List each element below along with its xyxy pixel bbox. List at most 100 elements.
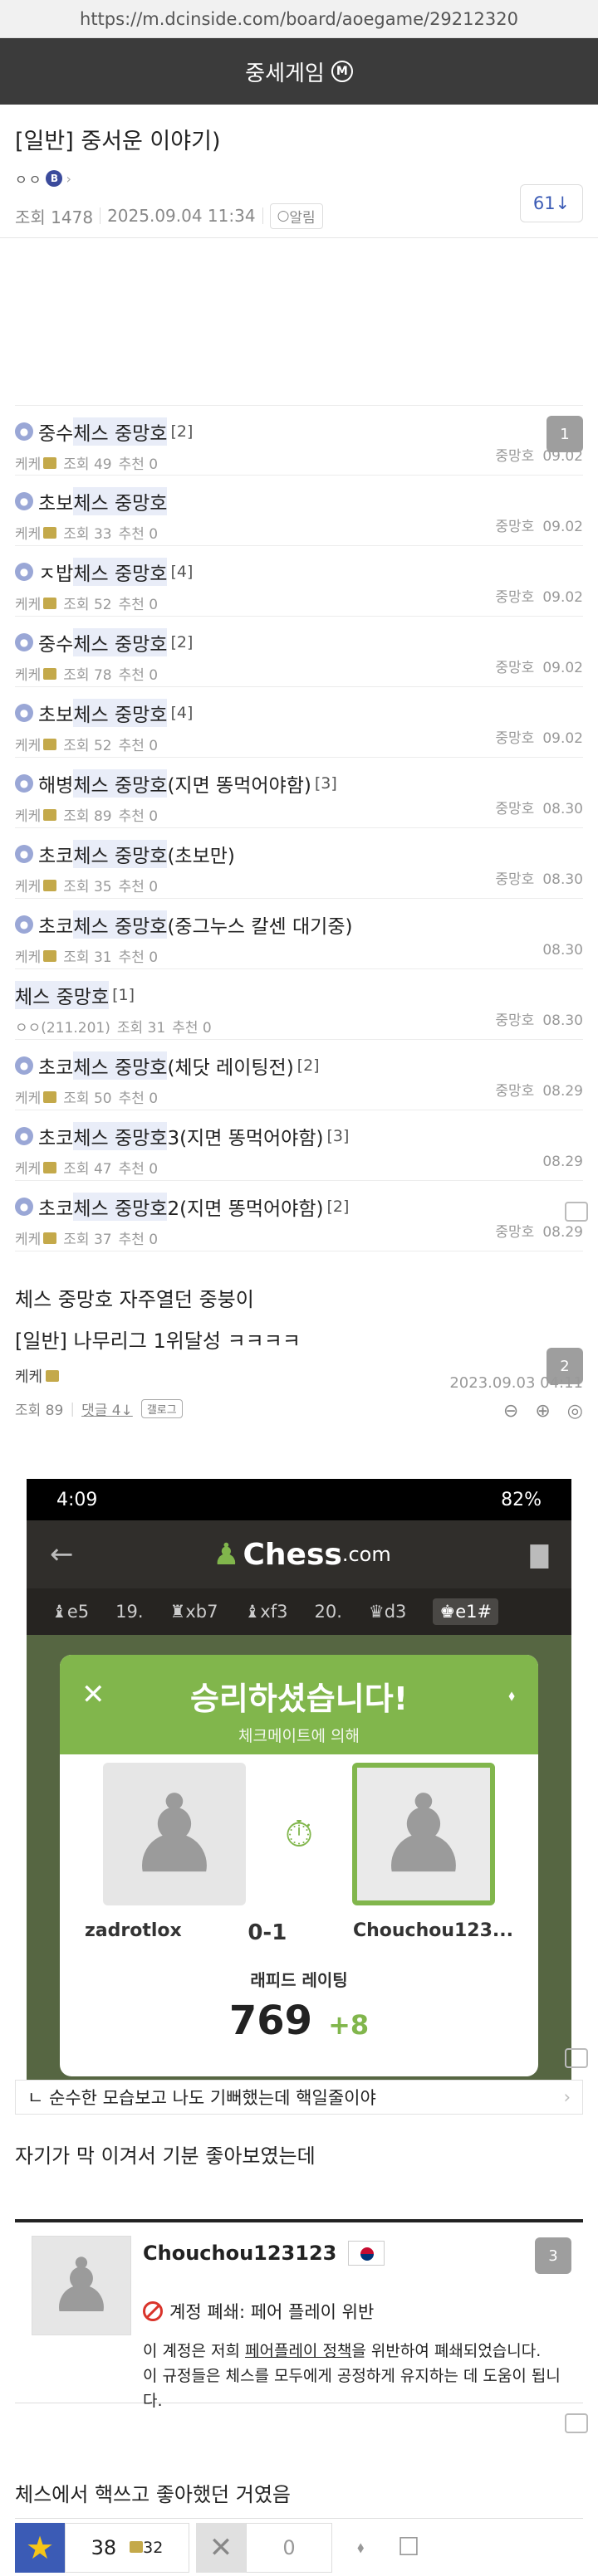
related-post-item[interactable]: ● 해병 체스 중망호 (지면 똥먹어야함) [3] 케케 조회 89 추천 0 중망호 08.3… [15, 758, 583, 828]
dislike-button[interactable]: ✕ [196, 2522, 246, 2573]
related-recommend: 추천 0 [118, 1161, 159, 1178]
comment-bubble-icon[interactable] [565, 2048, 588, 2068]
gallog-icon [46, 1370, 60, 1382]
reply-count: [2] [170, 633, 194, 651]
title-highlight: 체스 중망호 [73, 487, 168, 515]
gallery-name: 중세게임 [245, 61, 325, 86]
related-post-title[interactable]: ● 초코 체스 중망호 3(지면 똥먹어야함) [3] [15, 1122, 583, 1150]
comment-count-button[interactable]: 61↓ [520, 184, 583, 222]
title-highlight: 체스 중망호 [73, 910, 168, 939]
fair-play-link[interactable]: 페어플레이 정책 [245, 2342, 351, 2360]
related-recommend: 추천 0 [118, 808, 159, 825]
chess-screenshot[interactable]: 4:09 82% ← ♟ Chess .com ▇ ♝e5 19. ♜xb7 ♝xf3… [27, 1479, 571, 2080]
related-author: 케케 [15, 597, 42, 613]
related-post-item[interactable]: ● 초코 체스 중망호 3(지면 똥먹어야함) [3] 케케 조회 47 추천 0 08.29 [15, 1110, 583, 1181]
comment-bubble-icon[interactable] [565, 2413, 588, 2433]
related-views: 조회 33 [63, 526, 112, 543]
related-post-title[interactable]: 체스 중망호 [1] [15, 981, 583, 1009]
post-meta: 조회 1478 2025.09.04 11:34 ○ 알림 [15, 200, 583, 232]
related-right: 중망호 09.02 [495, 656, 583, 676]
related-post-item[interactable]: ● 초보 체스 중망호 케케 조회 33 추천 0 중망호 09.02 [15, 476, 583, 546]
user-icon: ● [15, 492, 33, 510]
embed-title[interactable]: [일반] 나무리그 1위달성 ㅋㅋㅋㅋ [15, 1325, 583, 1354]
related-author: 케케 [15, 879, 42, 895]
recommend-star-button[interactable]: ★ [15, 2522, 65, 2573]
related-recommend: 추천 0 [118, 738, 159, 754]
user-icon: ● [15, 1056, 33, 1075]
related-post-title[interactable]: ● 해병 체스 중망호 (지면 똥먹어야함) [3] [15, 769, 583, 798]
related-post-item[interactable]: ● 중수 체스 중망호 [2] 케케 조회 49 추천 0 중망호 09.02 1 [15, 405, 583, 476]
related-author: 케케 [15, 456, 42, 473]
related-post-title[interactable]: ● ㅈ밥 체스 중망호 [4] [15, 558, 583, 586]
related-author: 케케 [15, 1232, 42, 1248]
likes-value: 38 [91, 2535, 117, 2559]
player-names: zadrotlox 0-1 Chouchou123... [60, 1905, 538, 1945]
game-result-card: ✕ 승리하셨습니다! 체크메이트에 의해 ⬪ ♟ ⏱ ♟ zadrotlox 0… [60, 1655, 538, 2076]
embed-author-name: 케케 [15, 1368, 43, 1386]
reply-count: [4] [170, 704, 194, 722]
zoom-in-icon[interactable]: ⊕ [535, 1401, 550, 1422]
comment-bubble-icon[interactable] [565, 1202, 588, 1222]
related-views: 조회 50 [63, 1090, 112, 1107]
fixed-nick-icon [43, 456, 57, 469]
related-post-title[interactable]: ● 초코 체스 중망호 (초보만) [15, 840, 583, 868]
related-post-item[interactable]: ● ㅈ밥 체스 중망호 [4] 케케 조회 52 추천 0 중망호 09.02 [15, 546, 583, 617]
post-author[interactable]: ㅇㅇ B › [15, 168, 583, 188]
user-icon: ● [15, 704, 33, 722]
post-date: 2025.09.04 11:34 [107, 206, 256, 226]
related-right-name: 중망호 [495, 1012, 535, 1029]
related-post-title[interactable]: ● 중수 체스 중망호 [2] [15, 417, 583, 446]
related-post-item[interactable]: ● 초코 체스 중망호 (체닷 레이팅전) [2] 케케 조회 50 추천 0 중망호 08.29 [15, 1040, 583, 1110]
gallog-tag[interactable]: 갤로그 [140, 1399, 183, 1418]
account-closed-text: 이 계정은 저희 페어플레이 정책을 위반하여 폐쇄되었습니다. 이 규정들은 … [143, 2339, 571, 2413]
bottom-action-bar: ★ 38 32 ✕ 0 ⬪ ☐ [15, 2518, 583, 2576]
bookmark-icon[interactable]: ☐ [397, 2533, 419, 2562]
embed-comments[interactable]: 댓글 4↓ [81, 1398, 133, 1419]
related-recommend: 추천 0 [172, 1020, 212, 1037]
view-original-icon[interactable]: ◎ [567, 1401, 583, 1422]
title-prefix: 해병 [38, 775, 74, 797]
related-right: 08.29 [534, 1154, 583, 1170]
gallery-header[interactable]: 중세게임 M [0, 38, 598, 105]
image-caption[interactable]: ㄴ 순수한 모습보고 나도 기뻐했는데 핵일줄이야 › [15, 2080, 583, 2115]
fixed-nick-icon [43, 1161, 57, 1173]
embed-tools: ⊖ ⊕ ◎ [503, 1401, 583, 1422]
related-post-title[interactable]: ● 중수 체스 중망호 [2] [15, 628, 583, 656]
related-post-title[interactable]: ● 초코 체스 중망호 (중그누스 칼센 대기중) [15, 910, 583, 939]
share-icon[interactable]: ⬪ [357, 2533, 364, 2562]
related-post-item[interactable]: ● 초보 체스 중망호 [4] 케케 조회 52 추천 0 중망호 09.02 [15, 687, 583, 758]
player2-name: Chouchou123... [352, 1920, 513, 1941]
chess-move: ♝e5 [51, 1602, 90, 1622]
title-highlight: 체스 중망호 [73, 1193, 168, 1221]
related-post-title[interactable]: ● 초코 체스 중망호 (체닷 레이팅전) [2] [15, 1051, 583, 1080]
url-bar[interactable]: https://m.dcinside.com/board/aoegame/292… [0, 0, 598, 38]
related-post-item[interactable]: ● 초코 체스 중망호 (중그누스 칼센 대기중) 케케 조회 31 추천 0 08.30 [15, 899, 583, 969]
related-date: 08.30 [542, 942, 583, 959]
related-right-name: 중망호 [495, 448, 535, 465]
related-right: 중망호 08.29 [495, 1079, 583, 1100]
alarm-button[interactable]: ○ 알림 [269, 202, 323, 229]
embedded-post[interactable]: [일반] 나무리그 1위달성 ㅋㅋㅋㅋ 케케 조회 89 | 댓글 4↓ 갤로그… [15, 1325, 583, 1422]
back-arrow-icon: ← [50, 1538, 74, 1571]
title-prefix: 초보 [38, 705, 74, 726]
related-post-item[interactable]: ● 초코 체스 중망호 (초보만) 케케 조회 35 추천 0 중망호 08.30 [15, 828, 583, 899]
reply-count: [2] [170, 422, 194, 441]
fixed-nick-icon [43, 1090, 57, 1103]
related-post-item[interactable]: ● 중수 체스 중망호 [2] 케케 조회 78 추천 0 중망호 09.02 [15, 617, 583, 687]
close-icon: ✕ [81, 1678, 105, 1711]
related-post-title[interactable]: ● 초보 체스 중망호 [4] [15, 699, 583, 727]
author-badge-icon: B [46, 170, 63, 187]
user-icon: ● [15, 422, 33, 441]
zoom-out-icon[interactable]: ⊖ [503, 1401, 518, 1422]
title-suffix: (지면 똥먹어야함) [167, 775, 311, 797]
related-right-name: 중망호 [495, 519, 535, 535]
related-post-item[interactable]: 체스 중망호 [1] ㅇㅇ(211.201) 조회 31 추천 0 중망호 08.30 [15, 969, 583, 1040]
account-text-after: 을 위반하여 폐쇄되었습니다. [351, 2342, 542, 2360]
user-icon: ● [15, 633, 33, 651]
related-post-item[interactable]: ● 초코 체스 중망호 2(지면 똥먹어야함) [2] 케케 조회 37 추천 0 중망호 08… [15, 1181, 583, 1251]
fixed-nick-icon [130, 2540, 144, 2553]
url-text: https://m.dcinside.com/board/aoegame/292… [80, 8, 518, 29]
related-post-title[interactable]: ● 초코 체스 중망호 2(지면 똥먹어야함) [2] [15, 1193, 583, 1221]
account-name-row: Chouchou123123 [143, 2241, 385, 2266]
related-post-title[interactable]: ● 초보 체스 중망호 [15, 487, 583, 515]
